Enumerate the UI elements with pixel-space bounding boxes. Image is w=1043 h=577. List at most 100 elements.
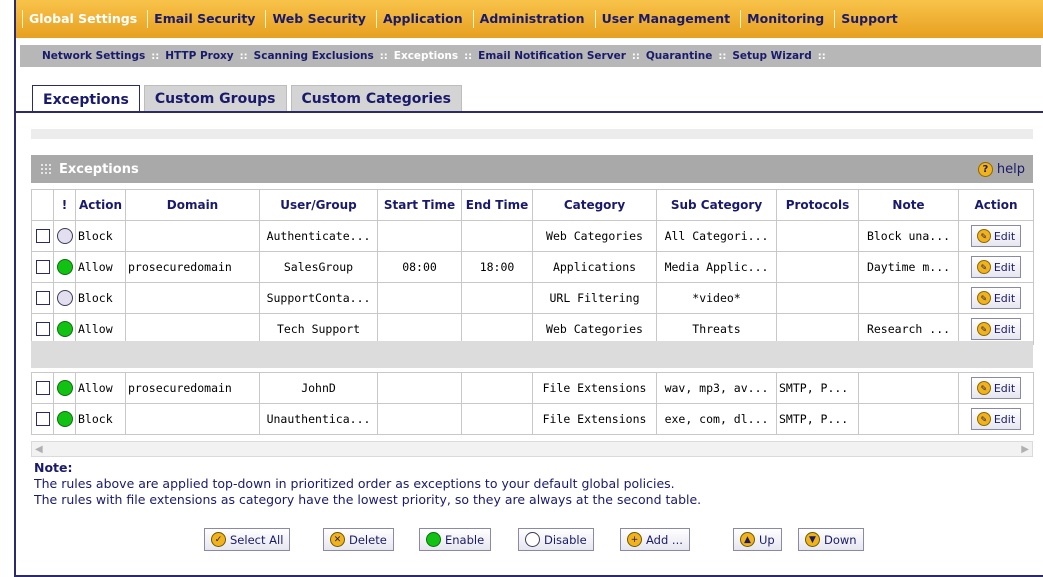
pencil-icon: ✎	[976, 291, 991, 305]
cell-category: Web Categories	[532, 220, 657, 252]
pencil-icon: ✎	[976, 229, 991, 243]
top-nav-global-settings[interactable]: Global Settings	[22, 10, 147, 28]
edit-button[interactable]: ✎ Edit	[970, 408, 1022, 430]
tab-divider	[16, 111, 1043, 113]
cell-end-time: 18:00	[461, 251, 533, 283]
help-icon: ?	[977, 161, 993, 177]
table-row: Block Unauthentica... File Extensions exe, …	[31, 403, 1034, 435]
panel-title: Exceptions	[59, 161, 139, 177]
select-all-button[interactable]: ✓ Select All	[204, 528, 291, 551]
down-button[interactable]: ▼ Down	[798, 528, 864, 551]
sub-nav-separator: ::	[239, 50, 248, 62]
table-row: Allow prosecuredomain JohnD File Extensions…	[31, 372, 1034, 404]
status-enabled-icon	[56, 259, 73, 275]
sub-nav-setup-wizard[interactable]: Setup Wizard	[732, 50, 811, 62]
top-nav-monitoring[interactable]: Monitoring	[740, 10, 834, 28]
cell-user-group: Unauthentica...	[259, 403, 378, 435]
cell-protocols	[776, 313, 859, 345]
cell-status	[53, 372, 76, 404]
enable-button[interactable]: Enable	[419, 528, 492, 551]
table-row: Block Authenticate... Web Categories All Ca…	[31, 220, 1034, 252]
table-header-row: ! Action Domain User/Group Start Time En…	[31, 189, 1034, 221]
cell-note: Research ...	[858, 313, 959, 345]
cell-user-group: Tech Support	[259, 313, 378, 345]
table-row: Allow prosecuredomain SalesGroup 08:00 18:00…	[31, 251, 1034, 283]
row-select-checkbox[interactable]	[35, 260, 50, 275]
top-nav-email-security[interactable]: Email Security	[147, 10, 265, 28]
edit-button[interactable]: ✎ Edit	[970, 287, 1022, 309]
top-nav-web-security[interactable]: Web Security	[265, 10, 375, 28]
top-nav-user-management[interactable]: User Management	[594, 10, 741, 28]
row-select-checkbox[interactable]	[35, 291, 50, 306]
cell-category: Applications	[532, 251, 657, 283]
sub-nav-separator: ::	[151, 50, 160, 62]
tab-bar: Exceptions Custom Groups Custom Categori…	[32, 85, 462, 113]
cell-category: File Extensions	[532, 403, 657, 435]
cell-start-time	[377, 372, 462, 404]
cell-domain: prosecuredomain	[125, 251, 260, 283]
cell-edit: ✎ Edit	[958, 372, 1034, 404]
up-button[interactable]: ▲ Up	[733, 528, 782, 551]
exceptions-panel-header: Exceptions ? help	[31, 155, 1033, 183]
edit-button[interactable]: ✎ Edit	[970, 256, 1022, 278]
note-section: Note: The rules above are applied top-do…	[34, 460, 701, 508]
cell-category: File Extensions	[532, 372, 657, 404]
help-link[interactable]: ? help	[977, 161, 1025, 177]
cell-domain	[125, 220, 260, 252]
cell-note	[858, 282, 959, 314]
sub-nav-http-proxy[interactable]: HTTP Proxy	[165, 50, 233, 62]
sub-nav-separator: ::	[718, 50, 727, 62]
scroll-right-icon[interactable]: ▶	[1021, 444, 1029, 455]
top-nav-administration[interactable]: Administration	[472, 10, 595, 28]
cell-select	[31, 372, 54, 404]
tab-exceptions[interactable]: Exceptions	[32, 85, 140, 113]
cell-edit: ✎ Edit	[958, 220, 1034, 252]
cell-protocols: SMTP, P...	[776, 403, 859, 435]
tab-custom-groups[interactable]: Custom Groups	[143, 85, 287, 112]
add-button[interactable]: + Add ...	[620, 528, 690, 551]
sub-nav-quarantine[interactable]: Quarantine	[646, 50, 712, 62]
cell-sub-category: Threats	[656, 313, 777, 345]
row-select-checkbox[interactable]	[35, 229, 50, 244]
sub-nav-exceptions[interactable]: Exceptions	[394, 50, 458, 62]
cell-edit: ✎ Edit	[958, 251, 1034, 283]
row-select-checkbox[interactable]	[35, 381, 50, 396]
edit-button[interactable]: ✎ Edit	[970, 225, 1022, 247]
top-nav-support[interactable]: Support	[834, 10, 908, 28]
cell-end-time	[461, 313, 533, 345]
pencil-icon: ✎	[976, 260, 991, 274]
page-frame: Global Settings Email Security Web Secur…	[14, 0, 1043, 577]
column-header-category: Category	[532, 189, 657, 221]
cell-select	[31, 282, 54, 314]
cell-category: Web Categories	[532, 313, 657, 345]
cell-status	[53, 282, 76, 314]
disable-button[interactable]: Disable	[518, 528, 594, 551]
tab-custom-categories[interactable]: Custom Categories	[290, 85, 462, 112]
edit-button[interactable]: ✎ Edit	[970, 318, 1022, 340]
cell-start-time	[377, 403, 462, 435]
cell-domain: prosecuredomain	[125, 372, 260, 404]
sub-nav-network-settings[interactable]: Network Settings	[42, 50, 145, 62]
delete-button[interactable]: ✕ Delete	[323, 528, 394, 551]
cell-start-time	[377, 313, 462, 345]
top-nav: Global Settings Email Security Web Secur…	[16, 0, 1043, 38]
edit-button[interactable]: ✎ Edit	[970, 377, 1022, 399]
cell-edit: ✎ Edit	[958, 403, 1034, 435]
cell-action: Block	[75, 220, 126, 252]
cell-start-time	[377, 282, 462, 314]
row-select-checkbox[interactable]	[35, 412, 50, 427]
grip-icon	[41, 164, 51, 174]
status-disabled-icon	[56, 228, 73, 244]
status-band	[31, 129, 1033, 139]
sub-nav-separator: ::	[817, 50, 826, 62]
cell-domain	[125, 313, 260, 345]
top-nav-application[interactable]: Application	[375, 10, 473, 28]
cell-note: Daytime m...	[858, 251, 959, 283]
scroll-left-icon[interactable]: ◀	[35, 444, 43, 455]
cell-note	[858, 372, 959, 404]
sub-nav-email-notification-server[interactable]: Email Notification Server	[478, 50, 626, 62]
sub-nav-scanning-exclusions[interactable]: Scanning Exclusions	[254, 50, 374, 62]
row-select-checkbox[interactable]	[35, 322, 50, 337]
cell-action: Block	[75, 403, 126, 435]
horizontal-scrollbar[interactable]: ◀ ▶	[31, 441, 1033, 457]
